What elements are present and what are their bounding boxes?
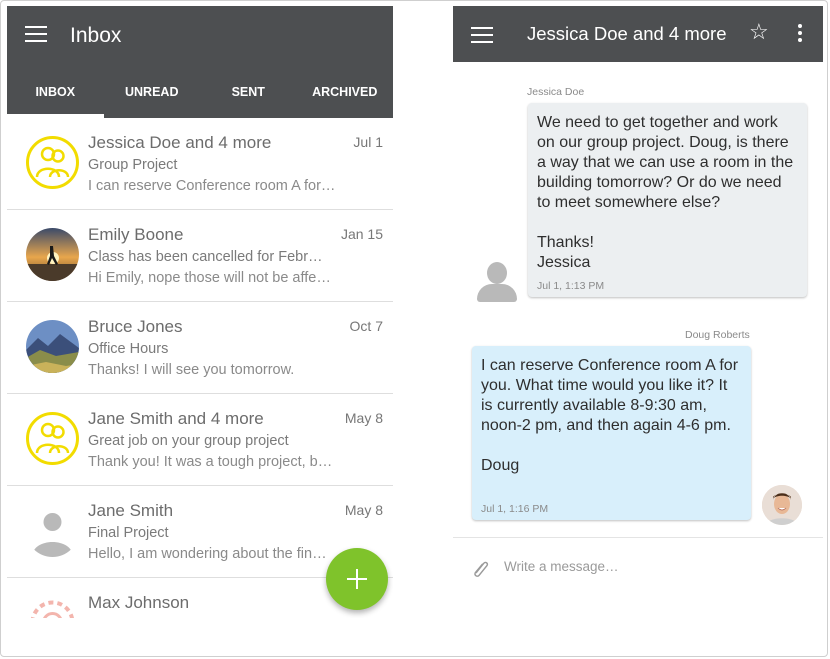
conversation-row[interactable]: Emily Boone Jan 15 Class has been cancel…: [7, 210, 393, 302]
logo-icon: [26, 596, 79, 618]
message-composer: Write a message…: [453, 537, 823, 598]
tab-bar: INBOX UNREAD SENT ARCHIVED: [7, 74, 393, 118]
conversation-preview: Thank you! It was a tough project, b…: [88, 454, 333, 470]
conversation-preview: I can reserve Conference room A for…: [88, 178, 336, 194]
person-icon: [26, 504, 79, 557]
sunset-photo: [26, 228, 79, 281]
inbox-header: Inbox INBOX UNREAD SENT ARCHIVED: [7, 6, 393, 118]
conversation-row[interactable]: Bruce Jones Oct 7 Office Hours Thanks! I…: [7, 302, 393, 394]
conversation-preview: Hello, I am wondering about the fin…: [88, 546, 327, 562]
conversation-date: Oct 7: [349, 318, 383, 334]
conversation-subject: Class has been cancelled for Febr…: [88, 249, 323, 265]
conversation-subject: Great job on your group project: [88, 433, 289, 449]
more-options-icon[interactable]: [798, 24, 804, 45]
conversation-date: May 8: [344, 502, 383, 518]
conversation-title: Jessica Doe and 4 more: [527, 23, 727, 44]
conversation-panel: Jessica Doe and 4 more ☆ Jessica Doe We …: [453, 6, 823, 651]
conversation-preview: Hi Emily, nope those will not be affe…: [88, 270, 331, 286]
conversation-subject: Final Project: [88, 525, 169, 541]
message-time: Jul 1, 1:16 PM: [481, 503, 549, 515]
conversation-date: May 8: [344, 410, 383, 426]
message-bubble: I can reserve Conference room A for you.…: [472, 346, 751, 520]
conversation-name: Jessica Doe and 4 more: [88, 133, 272, 152]
person-icon: [477, 262, 517, 302]
conversation-date: Jan 15: [340, 226, 383, 242]
avatar: [762, 485, 802, 525]
star-icon[interactable]: ☆: [749, 20, 769, 44]
conversation-name: Max Johnson: [88, 593, 190, 612]
tab-archived[interactable]: ARCHIVED: [297, 74, 394, 118]
attachment-icon[interactable]: [469, 557, 491, 579]
tab-unread[interactable]: UNREAD: [104, 74, 201, 118]
landscape-photo: [26, 320, 79, 373]
menu-icon[interactable]: [25, 26, 47, 42]
message-text: I can reserve Conference room A for you.…: [481, 357, 739, 474]
group-icon: [26, 136, 79, 189]
conversation-name: Jane Smith and 4 more: [88, 409, 264, 428]
compose-fab-button[interactable]: [326, 548, 388, 610]
group-icon: [26, 412, 79, 465]
page-title: Inbox: [70, 24, 122, 47]
message-time: Jul 1, 1:13 PM: [537, 280, 605, 292]
conversation-date: Jul 1: [353, 134, 383, 150]
message-text: We need to get together and work on our …: [537, 114, 794, 271]
message-input[interactable]: Write a message…: [504, 559, 619, 574]
conversation-subject: Office Hours: [88, 341, 169, 357]
message-sender: Doug Roberts: [685, 329, 750, 341]
conversation-name: Jane Smith: [88, 501, 174, 520]
message-bubble: We need to get together and work on our …: [528, 103, 807, 297]
conversation-list: Jessica Doe and 4 more Jul 1 Group Proje…: [7, 118, 393, 618]
menu-icon[interactable]: [471, 27, 493, 43]
tab-inbox[interactable]: INBOX: [7, 74, 104, 118]
tab-sent[interactable]: SENT: [200, 74, 297, 118]
conversation-name: Bruce Jones: [88, 317, 183, 336]
conversation-row[interactable]: Jane Smith and 4 more May 8 Great job on…: [7, 394, 393, 486]
conversation-name: Emily Boone: [88, 225, 184, 244]
message-sender: Jessica Doe: [527, 86, 585, 98]
conversation-header: Jessica Doe and 4 more ☆: [453, 6, 823, 62]
conversation-preview: Thanks! I will see you tomorrow.: [88, 362, 295, 378]
conversation-subject: Group Project: [88, 157, 178, 173]
inbox-panel: Inbox INBOX UNREAD SENT ARCHIVED Jessica…: [7, 6, 393, 618]
conversation-row[interactable]: Jessica Doe and 4 more Jul 1 Group Proje…: [7, 118, 393, 210]
